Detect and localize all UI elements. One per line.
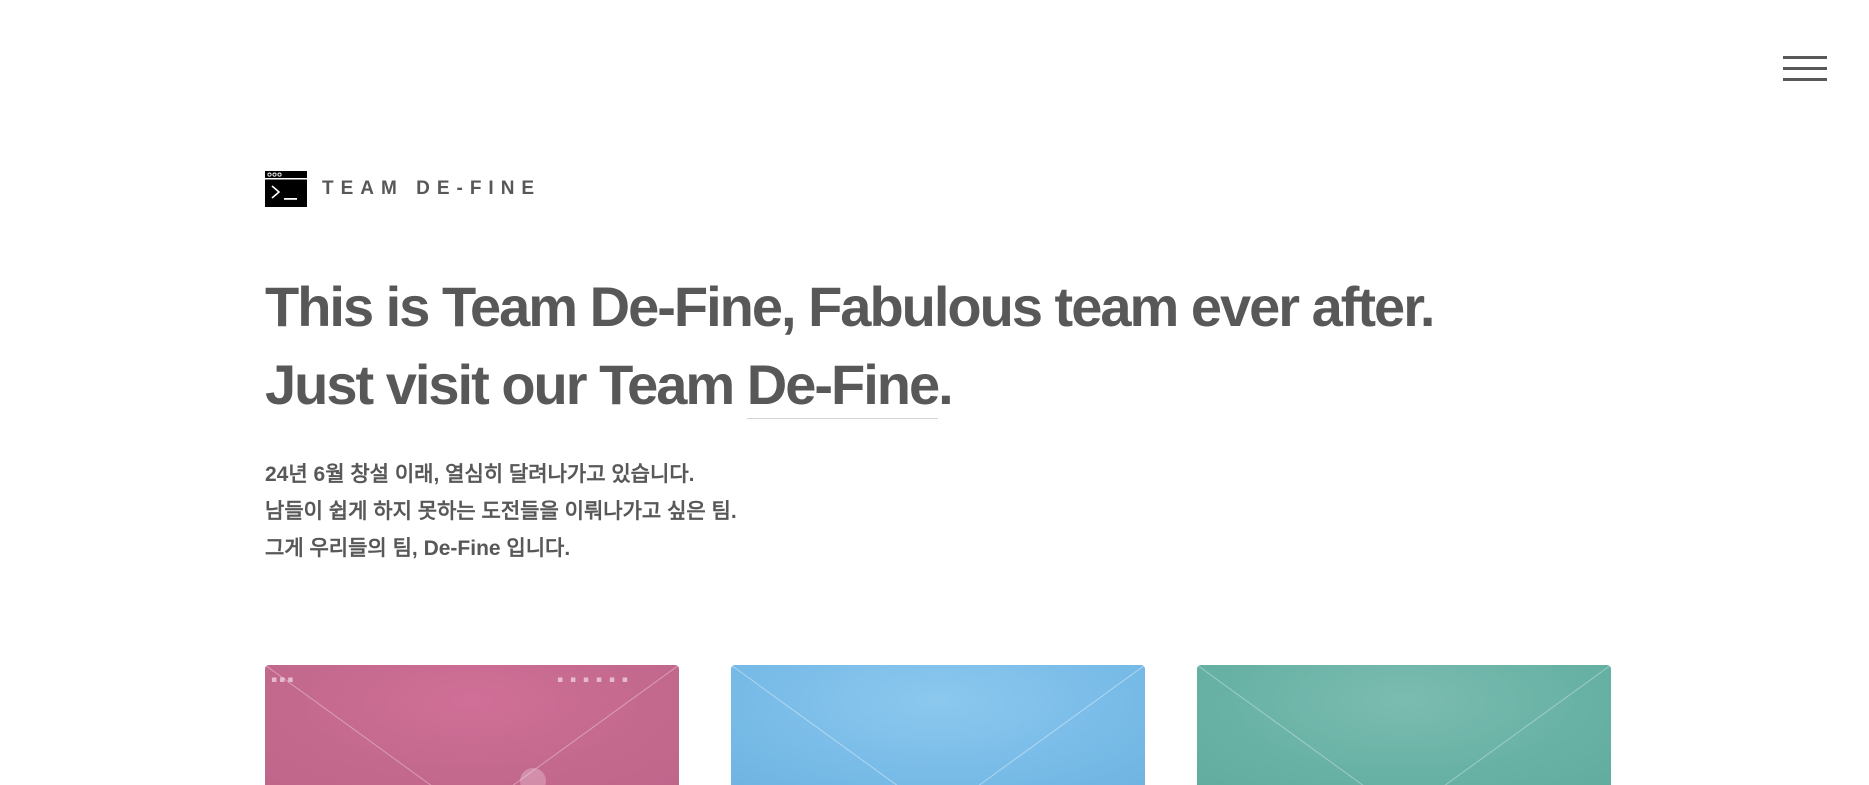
project-card[interactable]: ▪▪▪ ▪ ▪ ▪ ▪ ▪ ▪ <box>265 665 679 785</box>
project-card[interactable] <box>1197 665 1611 785</box>
brand-logo-link[interactable]: TEAM DE-FINE <box>265 171 541 207</box>
intro-line: 24년 6월 창설 이래, 열심히 달려나가고 있습니다. <box>265 463 695 486</box>
menu-bar-middle <box>1783 67 1827 70</box>
card-envelope-lines <box>731 665 1145 785</box>
menu-bar-top <box>1783 56 1827 59</box>
project-card[interactable] <box>731 665 1145 785</box>
intro-line: 남들이 쉽게 하지 못하는 도전들을 이뤄나가고 싶은 팀. <box>265 500 737 523</box>
intro-text: 24년 6월 창설 이래, 열심히 달려나가고 있습니다. 남들이 쉽게 하지 … <box>265 456 737 567</box>
hero-line-2: Just visit our Team De-Fine. <box>265 346 1433 424</box>
hero-line-2-suffix: . <box>938 353 954 416</box>
hamburger-menu-icon[interactable] <box>1783 56 1827 86</box>
hero-line-1: This is Team De-Fine, Fabulous team ever… <box>265 275 1435 338</box>
hero-line-2-prefix: Just visit our Team <box>265 353 747 416</box>
card-thumbnail-nav: ▪ ▪ ▪ ▪ ▪ ▪ <box>557 675 630 685</box>
intro-line: 그게 우리들의 팀, De-Fine 입니다. <box>265 537 571 560</box>
brand-name: TEAM DE-FINE <box>322 178 542 199</box>
terminal-window-icon <box>265 171 307 207</box>
hero-headline: This is Team De-Fine, Fabulous team ever… <box>265 268 1435 424</box>
card-envelope-lines <box>1197 665 1611 785</box>
team-link[interactable]: De-Fine <box>746 353 940 419</box>
menu-bar-bottom <box>1783 78 1827 81</box>
card-thumbnail-logo: ▪▪▪ <box>271 675 296 685</box>
